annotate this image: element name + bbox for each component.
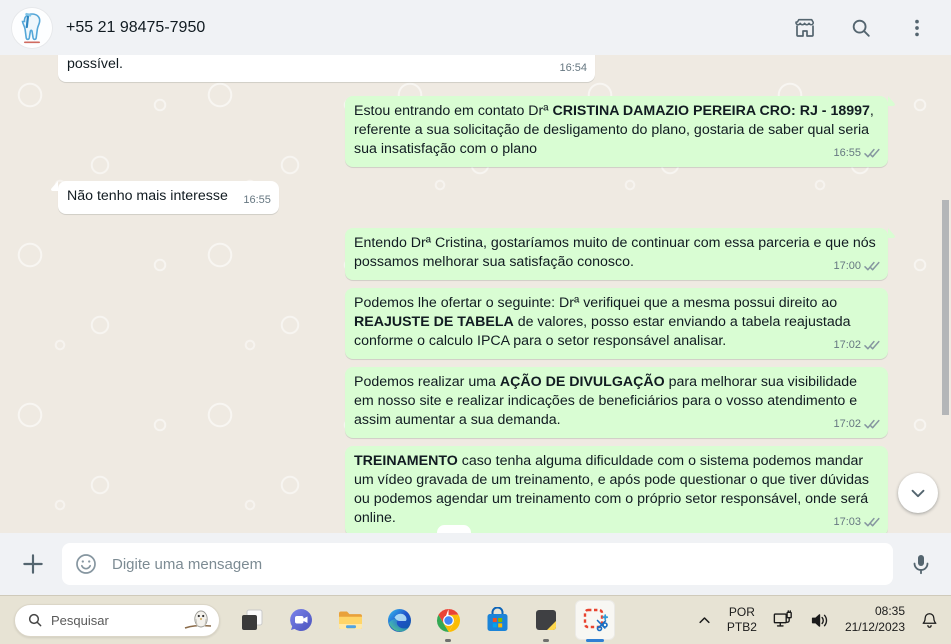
task-view-icon[interactable] <box>232 600 272 640</box>
snipping-tool-icon-active[interactable] <box>575 600 615 642</box>
message-text: Entendo Drª Cristina, gostaríamos muito … <box>354 235 876 270</box>
message-row: Entendo Drª Cristina, gostaríamos muito … <box>0 228 951 280</box>
volume-icon[interactable] <box>809 611 830 630</box>
hidden-icons-chevron-icon[interactable] <box>697 613 712 628</box>
outgoing-message[interactable]: Podemos lhe ofertar o seguinte: Drª veri… <box>345 288 888 359</box>
outgoing-message[interactable]: Entendo Drª Cristina, gostaríamos muito … <box>345 228 895 280</box>
header-actions <box>793 16 929 40</box>
message-time: 17:02 <box>833 339 861 351</box>
incoming-message[interactable]: Não tenho mais interesse 16:55 <box>51 181 279 214</box>
message-row: possível. 16:54 <box>0 55 951 82</box>
outgoing-message[interactable]: Podemos realizar uma AÇÃO DE DIVULGAÇÃO … <box>345 367 888 438</box>
double-check-icon <box>864 148 880 158</box>
double-check-icon <box>864 261 880 271</box>
message-text: TREINAMENTO caso tenha alguma dificuldad… <box>354 453 870 526</box>
message-meta: 17:00 <box>833 257 880 276</box>
message-row: Podemos realizar uma AÇÃO DE DIVULGAÇÃO … <box>0 367 951 438</box>
tooth-logo-icon <box>13 8 51 47</box>
incoming-message[interactable]: possível. 16:54 <box>58 55 595 82</box>
message-input-pill <box>62 543 893 585</box>
message-meta: 16:54 <box>559 59 587 78</box>
kebab-menu-icon[interactable] <box>905 16 929 40</box>
tray-time: 08:35 <box>874 604 905 619</box>
search-icon[interactable] <box>849 16 873 40</box>
running-indicator <box>543 639 549 642</box>
teams-chat-icon[interactable] <box>281 600 321 640</box>
language-indicator[interactable]: POR PTB2 <box>727 605 757 635</box>
message-row: Podemos lhe ofertar o seguinte: Drª veri… <box>0 288 951 359</box>
composer-bar <box>0 533 951 595</box>
windows-taskbar: Pesquisar POR PTB2 08:35 21/12/2023 <box>0 595 951 644</box>
language-line1: POR <box>728 605 755 619</box>
catalog-storefront-icon[interactable] <box>793 16 817 40</box>
file-explorer-icon[interactable] <box>330 600 370 640</box>
microphone-icon[interactable] <box>909 552 933 576</box>
running-indicator <box>445 639 451 642</box>
contact-name[interactable]: +55 21 98475-7950 <box>66 19 779 37</box>
message-meta: 16:55 <box>243 191 271 210</box>
chevron-down-icon <box>911 489 925 498</box>
notifications-bell-icon[interactable] <box>920 611 939 630</box>
contact-avatar[interactable] <box>12 7 52 48</box>
message-time: 16:55 <box>243 194 271 206</box>
message-text: Não tenho mais interesse <box>67 188 228 204</box>
bubble-tail <box>888 228 895 238</box>
message-time: 17:00 <box>833 260 861 272</box>
message-meta: 17:03 <box>833 513 880 532</box>
message-meta: 17:02 <box>833 336 880 355</box>
message-row: TREINAMENTO caso tenha alguma dificuldad… <box>0 446 951 533</box>
double-check-icon <box>864 419 880 429</box>
message-text: Estou entrando em contato Drª CRISTINA D… <box>354 103 874 157</box>
message-text: Podemos lhe ofertar o seguinte: Drª veri… <box>354 295 851 349</box>
search-icon <box>28 613 42 627</box>
outgoing-message[interactable]: TREINAMENTO caso tenha alguma dificuldad… <box>345 446 888 533</box>
emoji-icon[interactable] <box>74 552 98 576</box>
message-row: Estou entrando em contato Drª CRISTINA D… <box>0 96 951 167</box>
message-time: 16:55 <box>833 147 861 159</box>
tray-date: 21/12/2023 <box>844 620 905 634</box>
notes-app-icon[interactable] <box>526 600 566 642</box>
message-text: possível. <box>67 56 123 72</box>
messages: possível. 16:54 Estou entrando em contato … <box>0 55 951 533</box>
message-meta: 17:02 <box>833 415 880 434</box>
message-time: 17:02 <box>833 418 861 430</box>
taskbar-apps <box>232 600 615 642</box>
chat-panel: possível. 16:54 Estou entrando em contato … <box>0 55 951 533</box>
message-input[interactable] <box>110 554 881 574</box>
conversation-header: +55 21 98475-7950 <box>0 0 951 55</box>
chrome-browser-icon[interactable] <box>428 600 468 642</box>
microsoft-store-icon[interactable] <box>477 600 517 640</box>
clock[interactable]: 08:35 21/12/2023 <box>845 604 905 635</box>
taskbar-search[interactable]: Pesquisar <box>14 603 220 637</box>
double-check-icon <box>864 340 880 350</box>
search-label: Pesquisar <box>51 612 109 628</box>
message-time: 16:54 <box>559 62 587 74</box>
search-highlight-owl-icon <box>184 610 212 629</box>
scroll-to-bottom-button[interactable] <box>898 473 938 513</box>
partially-visible-bubble[interactable] <box>437 525 471 533</box>
message-time: 17:03 <box>833 516 861 528</box>
message-row: Não tenho mais interesse 16:55 <box>0 181 951 214</box>
attach-plus-icon[interactable] <box>20 551 46 577</box>
network-icon[interactable] <box>772 610 794 630</box>
chat-scrollbar-thumb[interactable] <box>942 200 949 415</box>
bubble-tail <box>888 96 895 106</box>
system-tray: POR PTB2 08:35 21/12/2023 <box>697 604 939 635</box>
language-line2: PTB2 <box>726 620 757 634</box>
double-check-icon <box>864 517 880 527</box>
edge-browser-icon[interactable] <box>379 600 419 640</box>
active-window-indicator <box>586 639 604 642</box>
whatsapp-window: +55 21 98475-7950 possível. 16:54 Estou … <box>0 0 951 644</box>
outgoing-message[interactable]: Estou entrando em contato Drª CRISTINA D… <box>345 96 895 167</box>
message-text: Podemos realizar uma AÇÃO DE DIVULGAÇÃO … <box>354 374 858 428</box>
bubble-tail <box>51 181 58 191</box>
message-meta: 16:55 <box>833 144 880 163</box>
